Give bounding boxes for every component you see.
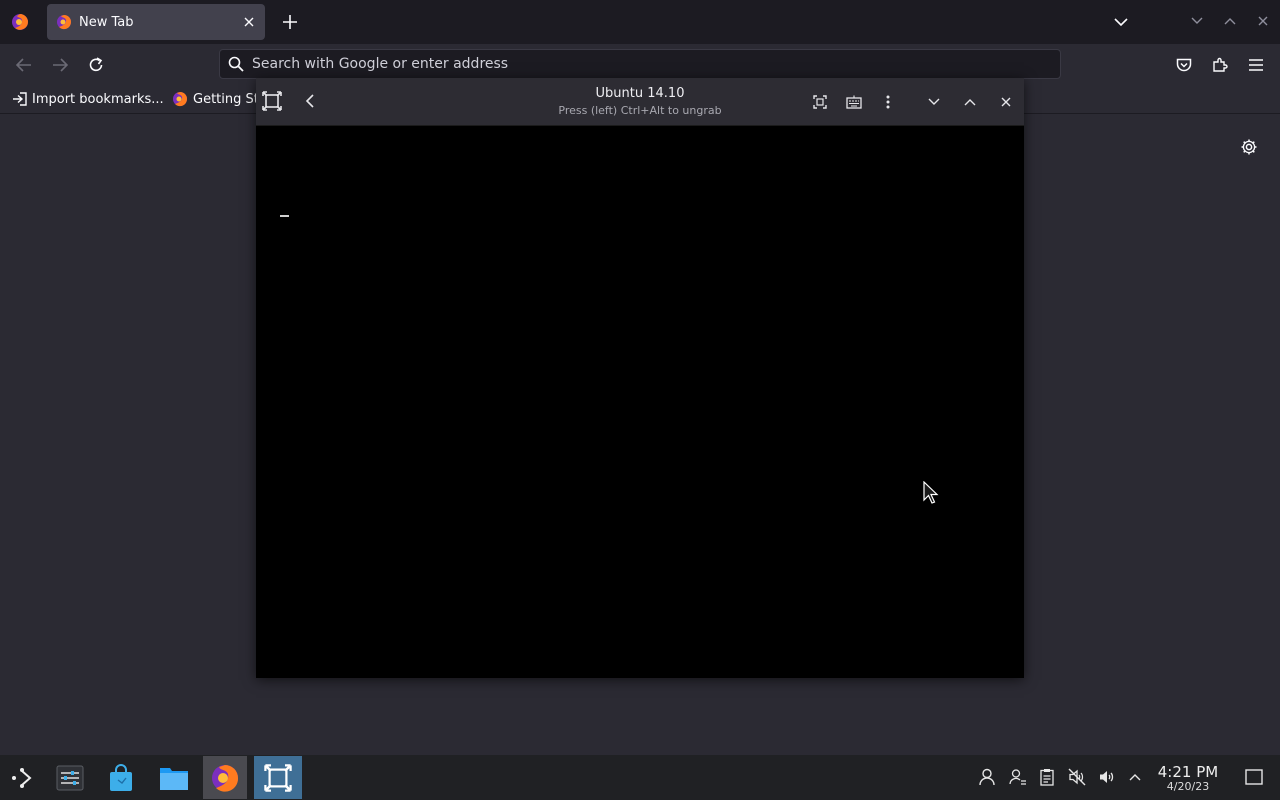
tray-clipboard[interactable] (1036, 766, 1058, 788)
text-cursor (280, 215, 289, 217)
list-all-tabs-button[interactable] (1110, 10, 1132, 34)
taskbar-system-settings[interactable] (48, 756, 92, 799)
taskbar-boxes[interactable] (254, 756, 302, 799)
gear-icon (1241, 139, 1257, 155)
newtab-settings-button[interactable] (1238, 136, 1260, 158)
boxes-app-icon (264, 763, 292, 792)
clock-date: 4/20/23 (1166, 780, 1210, 793)
reload-button[interactable] (83, 52, 109, 78)
user-icon (979, 768, 995, 786)
clipboard-icon (1040, 769, 1054, 786)
tray-volume[interactable] (1096, 766, 1118, 788)
maximize-icon (1224, 18, 1236, 25)
app-menu-button[interactable] (1243, 52, 1269, 78)
import-icon (13, 92, 27, 106)
address-bar[interactable] (219, 49, 1061, 79)
tray-microphone-muted[interactable] (1066, 766, 1088, 788)
maximize-icon (964, 99, 976, 106)
taskbar: 4:21 PM 4/20/23 (0, 755, 1280, 800)
keyboard-icon (846, 95, 862, 109)
close-icon (1001, 97, 1011, 107)
show-desktop-button[interactable] (1243, 766, 1265, 788)
hamburger-menu-icon (1249, 59, 1263, 71)
vm-fullscreen-button[interactable] (809, 91, 831, 113)
bookmark-import[interactable]: Import bookmarks... (12, 89, 164, 109)
tab-strip: New Tab (0, 0, 1280, 44)
show-desktop-icon (1245, 769, 1263, 785)
plus-icon (283, 15, 297, 29)
arrow-left-icon (16, 58, 31, 72)
speaker-muted-icon (1068, 768, 1086, 786)
launcher-icon (12, 767, 32, 788)
vm-window-headerbar[interactable]: Ubuntu 14.10 Press (left) Ctrl+Alt to un… (256, 78, 1024, 126)
firefox-favicon-icon (57, 15, 72, 30)
vm-menu-button[interactable] (877, 91, 899, 113)
minimize-icon (928, 98, 940, 105)
more-vertical-icon (886, 95, 890, 109)
speaker-icon (1100, 771, 1114, 783)
minimize-window-button[interactable] (1187, 11, 1207, 31)
chevron-down-icon (1114, 18, 1128, 27)
application-launcher-button[interactable] (0, 756, 44, 799)
vm-window-subtitle: Press (left) Ctrl+Alt to ungrab (558, 104, 722, 117)
close-icon (244, 17, 254, 27)
tray-user-switcher[interactable] (976, 766, 998, 788)
chevron-up-icon (1129, 774, 1141, 781)
bookmark-getting-started[interactable]: Getting St (172, 89, 259, 109)
firefox-icon (12, 14, 28, 30)
folder-icon (160, 767, 188, 790)
extensions-button[interactable] (1207, 52, 1233, 78)
tray-kde-connect[interactable] (1007, 766, 1029, 788)
search-icon (228, 56, 244, 72)
close-icon (1258, 16, 1268, 26)
digital-clock[interactable]: 4:21 PM 4/20/23 (1152, 764, 1224, 793)
search-input[interactable] (252, 56, 1012, 72)
firefox-favicon-icon (173, 92, 188, 107)
close-window-button[interactable] (1253, 11, 1273, 31)
firefox-view-button[interactable] (6, 8, 34, 36)
vm-close-button[interactable] (995, 91, 1017, 113)
shopping-bag-icon (110, 763, 132, 791)
arrow-right-icon (53, 58, 68, 72)
vm-maximize-button[interactable] (959, 91, 981, 113)
tray-expand-button[interactable] (1124, 766, 1146, 788)
pocket-button[interactable] (1171, 52, 1197, 78)
settings-sliders-icon (56, 765, 84, 790)
firefox-icon (212, 764, 239, 792)
puzzle-icon (1213, 57, 1228, 72)
minimize-icon (1191, 17, 1203, 24)
bookmark-label: Getting St (193, 91, 259, 107)
bookmark-label: Import bookmarks... (32, 91, 164, 107)
maximize-window-button[interactable] (1220, 11, 1240, 31)
vm-minimize-button[interactable] (923, 91, 945, 113)
tab-close-button[interactable] (239, 12, 259, 32)
back-button[interactable] (11, 52, 37, 78)
tab-new-tab[interactable]: New Tab (47, 4, 265, 40)
taskbar-file-manager[interactable] (152, 756, 196, 799)
user-network-icon (1009, 769, 1026, 785)
vm-keyboard-button[interactable] (843, 91, 865, 113)
taskbar-discover[interactable] (99, 756, 143, 799)
vm-window: Ubuntu 14.10 Press (left) Ctrl+Alt to un… (256, 78, 1024, 678)
new-tab-button[interactable] (278, 10, 302, 34)
vm-window-title: Ubuntu 14.10 (595, 86, 685, 101)
clock-time: 4:21 PM (1157, 763, 1219, 781)
mouse-pointer-icon (923, 481, 939, 504)
vm-display[interactable] (256, 126, 1024, 678)
forward-button[interactable] (47, 52, 73, 78)
tab-title: New Tab (79, 14, 134, 30)
fullscreen-icon (813, 95, 827, 109)
reload-icon (89, 57, 103, 72)
pocket-icon (1176, 58, 1192, 71)
taskbar-firefox[interactable] (203, 756, 247, 799)
